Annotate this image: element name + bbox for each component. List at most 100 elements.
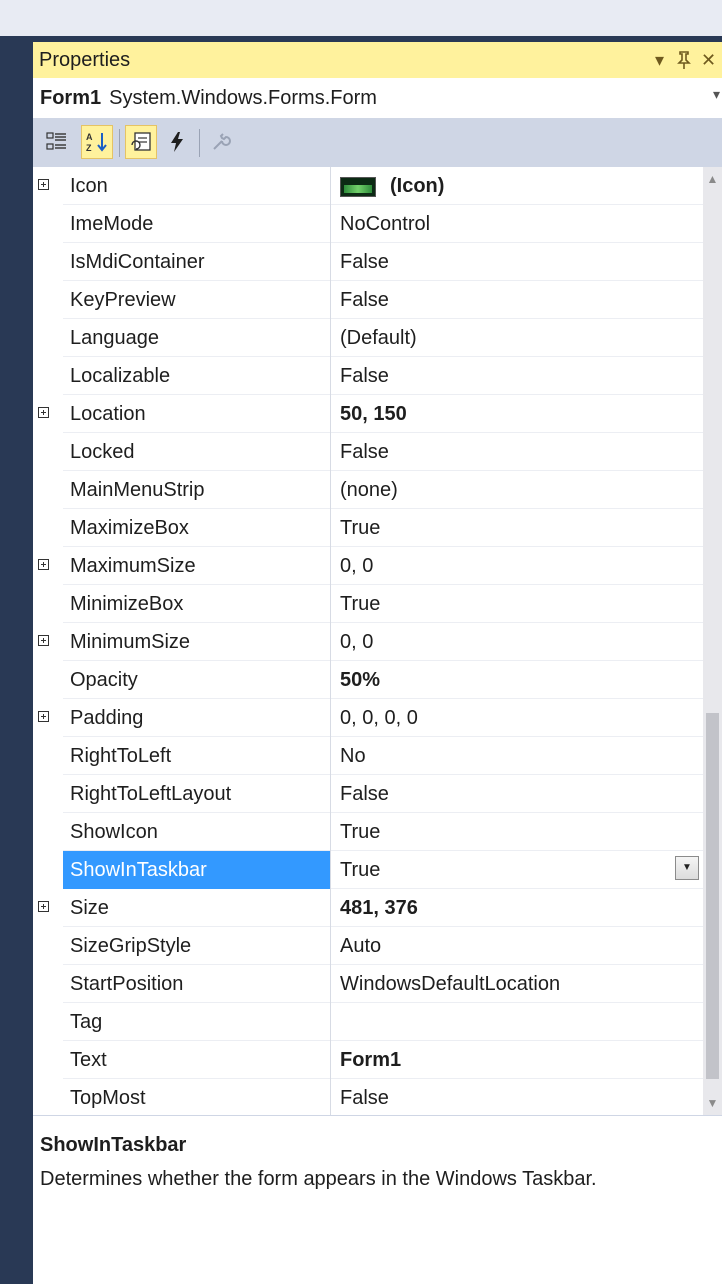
- expand-plus-icon[interactable]: [38, 711, 49, 722]
- property-value[interactable]: True: [332, 813, 703, 851]
- property-row[interactable]: MainMenuStrip (none): [33, 471, 703, 509]
- property-value[interactable]: 0, 0, 0, 0: [332, 699, 703, 737]
- property-name[interactable]: Localizable: [63, 357, 331, 395]
- property-row[interactable]: RightToLeft No: [33, 737, 703, 775]
- expand-plus-icon[interactable]: [38, 179, 49, 190]
- close-icon[interactable]: ✕: [701, 42, 716, 78]
- property-name[interactable]: ShowInTaskbar: [63, 851, 331, 889]
- property-value[interactable]: False: [332, 281, 703, 319]
- property-name[interactable]: SizeGripStyle: [63, 927, 331, 965]
- property-value[interactable]: (Icon): [332, 167, 703, 205]
- properties-button[interactable]: [125, 125, 157, 159]
- property-name[interactable]: RightToLeft: [63, 737, 331, 775]
- property-value[interactable]: 50%: [332, 661, 703, 699]
- property-row[interactable]: ShowIcon True: [33, 813, 703, 851]
- property-name[interactable]: MaximizeBox: [63, 509, 331, 547]
- property-name[interactable]: Language: [63, 319, 331, 357]
- property-row[interactable]: IsMdiContainer False: [33, 243, 703, 281]
- property-value[interactable]: 481, 376: [332, 889, 703, 927]
- property-value[interactable]: 0, 0: [332, 623, 703, 661]
- property-name[interactable]: MinimizeBox: [63, 585, 331, 623]
- property-row[interactable]: Locked False: [33, 433, 703, 471]
- property-value[interactable]: True: [332, 509, 703, 547]
- property-row[interactable]: Localizable False: [33, 357, 703, 395]
- property-value[interactable]: True ▼: [332, 851, 703, 889]
- property-name[interactable]: MainMenuStrip: [63, 471, 331, 509]
- property-name[interactable]: Location: [63, 395, 331, 433]
- property-name[interactable]: ShowIcon: [63, 813, 331, 851]
- property-name[interactable]: Locked: [63, 433, 331, 471]
- property-name[interactable]: IsMdiContainer: [63, 243, 331, 281]
- property-row[interactable]: SizeGripStyle Auto: [33, 927, 703, 965]
- property-name[interactable]: Size: [63, 889, 331, 927]
- property-value[interactable]: False: [332, 243, 703, 281]
- property-value[interactable]: False: [332, 775, 703, 813]
- property-row[interactable]: Location 50, 150: [33, 395, 703, 433]
- value-dropdown-button[interactable]: ▼: [675, 856, 699, 880]
- alphabetical-button[interactable]: A Z: [81, 125, 113, 159]
- property-value[interactable]: [332, 1003, 703, 1041]
- property-row[interactable]: Opacity 50%: [33, 661, 703, 699]
- property-row[interactable]: Icon (Icon): [33, 167, 703, 205]
- pin-icon[interactable]: [677, 42, 691, 78]
- property-row[interactable]: ShowInTaskbar True ▼: [33, 851, 703, 889]
- property-value[interactable]: False: [332, 357, 703, 395]
- property-row[interactable]: MaximumSize 0, 0: [33, 547, 703, 585]
- property-name[interactable]: ImeMode: [63, 205, 331, 243]
- property-row[interactable]: StartPosition WindowsDefaultLocation: [33, 965, 703, 1003]
- expand-plus-icon[interactable]: [38, 635, 49, 646]
- property-value[interactable]: False: [332, 433, 703, 471]
- scroll-up-icon[interactable]: ▲: [703, 169, 722, 189]
- scrollbar-thumb[interactable]: [706, 713, 719, 1079]
- expand-plus-icon[interactable]: [38, 901, 49, 912]
- property-name[interactable]: MinimumSize: [63, 623, 331, 661]
- property-value[interactable]: 0, 0: [332, 547, 703, 585]
- property-row[interactable]: KeyPreview False: [33, 281, 703, 319]
- row-gutter: [33, 243, 63, 281]
- property-row[interactable]: Language (Default): [33, 319, 703, 357]
- property-row[interactable]: MinimumSize 0, 0: [33, 623, 703, 661]
- categorized-icon: [46, 132, 66, 150]
- property-row[interactable]: TopMost False: [33, 1079, 703, 1115]
- panel-title-bar[interactable]: Properties ▾ ✕: [33, 42, 722, 78]
- property-row[interactable]: Text Form1: [33, 1041, 703, 1079]
- property-name[interactable]: StartPosition: [63, 965, 331, 1003]
- property-name[interactable]: Icon: [63, 167, 331, 205]
- property-value[interactable]: False: [332, 1079, 703, 1115]
- scroll-down-icon[interactable]: ▼: [703, 1093, 722, 1113]
- property-name[interactable]: TopMost: [63, 1079, 331, 1115]
- panel-menu-dropdown-icon[interactable]: ▾: [655, 42, 664, 78]
- property-value[interactable]: Auto: [332, 927, 703, 965]
- property-pages-button[interactable]: [205, 125, 237, 159]
- property-grid-scrollbar[interactable]: ▲ ▼: [703, 167, 722, 1115]
- property-value[interactable]: WindowsDefaultLocation: [332, 965, 703, 1003]
- expand-plus-icon[interactable]: [38, 407, 49, 418]
- property-row[interactable]: MinimizeBox True: [33, 585, 703, 623]
- expand-plus-icon[interactable]: [38, 559, 49, 570]
- icon-preview-thumbnail: [340, 176, 376, 197]
- property-row[interactable]: ImeMode NoControl: [33, 205, 703, 243]
- property-row[interactable]: Tag: [33, 1003, 703, 1041]
- object-selector[interactable]: Form1 System.Windows.Forms.Form ▾: [33, 78, 722, 119]
- property-value[interactable]: (none): [332, 471, 703, 509]
- property-value[interactable]: 50, 150: [332, 395, 703, 433]
- property-value[interactable]: Form1: [332, 1041, 703, 1079]
- categorized-button[interactable]: [41, 125, 73, 159]
- property-name[interactable]: Text: [63, 1041, 331, 1079]
- property-name[interactable]: KeyPreview: [63, 281, 331, 319]
- property-name[interactable]: Tag: [63, 1003, 331, 1041]
- property-name[interactable]: Padding: [63, 699, 331, 737]
- property-row[interactable]: Padding 0, 0, 0, 0: [33, 699, 703, 737]
- property-name[interactable]: MaximumSize: [63, 547, 331, 585]
- events-button[interactable]: [161, 125, 193, 159]
- property-value[interactable]: No: [332, 737, 703, 775]
- property-name[interactable]: Opacity: [63, 661, 331, 699]
- property-row[interactable]: MaximizeBox True: [33, 509, 703, 547]
- property-value[interactable]: True: [332, 585, 703, 623]
- chevron-down-icon[interactable]: ▾: [713, 86, 720, 103]
- property-name[interactable]: RightToLeftLayout: [63, 775, 331, 813]
- property-row[interactable]: RightToLeftLayout False: [33, 775, 703, 813]
- property-row[interactable]: Size 481, 376: [33, 889, 703, 927]
- property-value[interactable]: (Default): [332, 319, 703, 357]
- property-value[interactable]: NoControl: [332, 205, 703, 243]
